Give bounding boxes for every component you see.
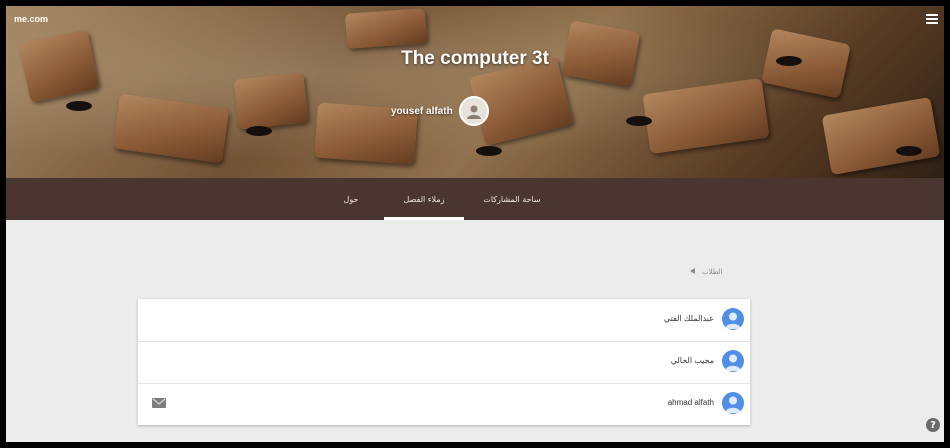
person-avatar-icon — [722, 350, 744, 372]
help-label: ? — [930, 419, 936, 431]
email-icon[interactable] — [152, 398, 166, 408]
class-title: The computer 3t — [401, 48, 549, 69]
tab-stream[interactable]: ساحة المشاركات — [472, 178, 552, 220]
person-avatar-icon — [722, 308, 744, 330]
tab-label: ساحة المشاركات — [483, 194, 541, 204]
banner-overlay — [6, 6, 944, 178]
tab-label: حول — [343, 194, 359, 204]
teacher-name: yousef alfath — [391, 105, 453, 117]
tab-about[interactable]: حول — [326, 178, 376, 220]
sort-label: الطلاب — [702, 268, 723, 276]
teacher-avatar-icon — [458, 96, 489, 126]
sort-arrow-icon — [690, 268, 696, 276]
students-list: عبدالملك الفتي مجيب الحالي ahmad alfath — [138, 299, 750, 425]
teacher-info: yousef alfath — [391, 96, 489, 126]
class-tabs: ساحة المشاركات زملاء الفصل حول — [6, 178, 944, 220]
student-row[interactable]: ahmad alfath — [138, 383, 750, 425]
student-name: مجيب الحالي — [670, 356, 714, 365]
student-name: ahmad alfath — [667, 398, 714, 407]
sort-control[interactable]: الطلاب — [690, 268, 723, 276]
student-row[interactable]: عبدالملك الفتي — [138, 299, 750, 342]
classroom-page: me.com The computer 3t yousef alfath ساح… — [6, 6, 944, 442]
class-banner: me.com The computer 3t yousef alfath — [6, 6, 944, 178]
hamburger-menu-icon[interactable] — [926, 14, 938, 24]
site-mark[interactable]: me.com — [14, 14, 48, 24]
person-avatar-icon — [722, 392, 744, 414]
student-name: عبدالملك الفتي — [663, 314, 714, 323]
student-row[interactable]: مجيب الحالي — [138, 341, 750, 384]
tab-classmates[interactable]: زملاء الفصل — [384, 178, 464, 220]
tab-label: زملاء الفصل — [403, 194, 445, 204]
help-icon[interactable]: ? — [926, 418, 940, 432]
